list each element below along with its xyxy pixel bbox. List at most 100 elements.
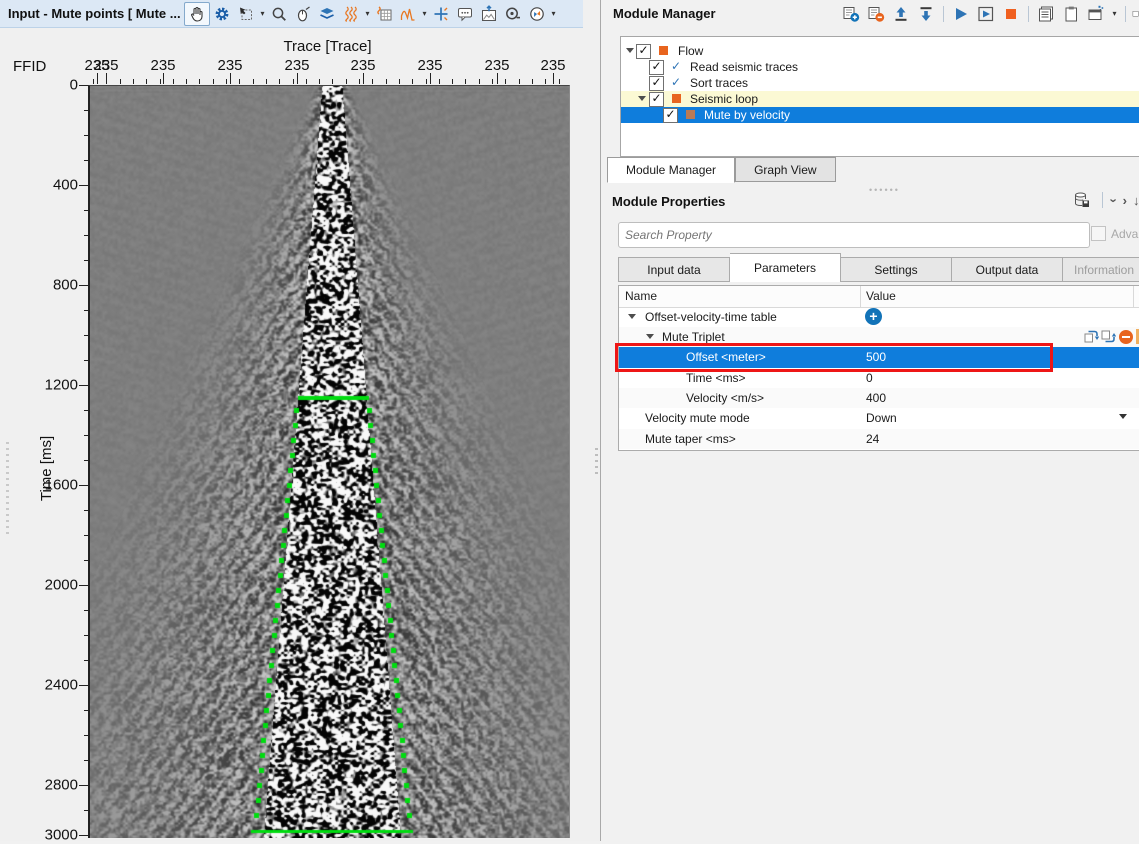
param-value[interactable]: 0 <box>866 371 873 385</box>
flow-tree: ✓ Flow ✓ ✓ Read seismic traces ✓ ✓ Sort … <box>620 36 1139 157</box>
wiggle-display-icon[interactable] <box>339 3 363 25</box>
collapse-icon[interactable] <box>638 96 646 101</box>
seismic-image[interactable] <box>88 85 570 838</box>
collapse-icon[interactable] <box>626 48 634 53</box>
y-tick-label: 0 <box>69 76 78 94</box>
tab-module-manager[interactable]: Module Manager <box>607 157 736 183</box>
add-row-icon[interactable]: + <box>865 308 882 325</box>
chevron-down-icon[interactable]: › <box>1107 198 1122 202</box>
module-properties-toolbar: › › ↓ <box>1071 190 1138 210</box>
delete-row-icon[interactable] <box>1118 329 1134 345</box>
tree-item-sort-traces[interactable]: ✓ ✓ Sort traces <box>621 75 1139 91</box>
tab-settings[interactable]: Settings <box>841 257 952 282</box>
panel-splitter-handle[interactable] <box>595 448 598 478</box>
sort-traces-checkbox[interactable]: ✓ <box>649 76 664 91</box>
settings-gear-icon[interactable] <box>210 3 234 25</box>
crosshair-icon[interactable] <box>429 3 453 25</box>
collapse-icon[interactable] <box>646 334 654 339</box>
tab-graph-view[interactable]: Graph View <box>735 157 836 182</box>
stop-icon[interactable] <box>1000 4 1022 24</box>
remove-module-icon[interactable] <box>865 4 887 24</box>
tree-item-flow[interactable]: ✓ Flow <box>621 43 1139 59</box>
insert-row-above-icon[interactable] <box>1084 329 1099 344</box>
axis-tick <box>226 79 227 84</box>
tab-output-data[interactable]: Output data <box>952 257 1063 282</box>
measure-icon[interactable] <box>501 3 525 25</box>
param-value[interactable]: 24 <box>866 432 879 446</box>
y-tick-label: 1200 <box>44 376 78 394</box>
seismic-loop-checkbox[interactable]: ✓ <box>649 92 664 107</box>
row-velocity-mute-mode[interactable]: Velocity mute mode Down <box>619 408 1139 429</box>
clipped-toolbar-icon[interactable] <box>1132 4 1139 24</box>
mute-by-velocity-checkbox[interactable]: ✓ <box>663 108 678 123</box>
param-value[interactable]: 400 <box>866 391 886 405</box>
axis-tick <box>465 79 466 84</box>
axis-tick <box>505 79 506 84</box>
comment-icon[interactable] <box>453 3 477 25</box>
y-tick-label: 2000 <box>44 576 78 594</box>
tree-item-mute-by-velocity[interactable]: ✓ Mute by velocity <box>621 107 1139 123</box>
dropdown-caret-icon[interactable] <box>1119 414 1127 419</box>
advanced-checkbox-group: Advanced <box>1091 226 1139 241</box>
tree-item-read-seismic-traces[interactable]: ✓ ✓ Read seismic traces <box>621 59 1139 75</box>
parameter-tabs: Input data Parameters Settings Output da… <box>618 253 1139 282</box>
axis-tick <box>97 73 98 84</box>
log-icon[interactable] <box>1035 4 1057 24</box>
insert-row-below-icon[interactable] <box>1101 329 1116 344</box>
compass-dropdown-icon[interactable]: ▾ <box>549 9 558 18</box>
paste-icon[interactable] <box>1060 4 1082 24</box>
layers-icon[interactable] <box>315 3 339 25</box>
row-offset-meter[interactable]: Offset <meter> 500 <box>619 347 1139 368</box>
mouse-tool-icon[interactable] <box>291 3 315 25</box>
axis-tick <box>479 79 480 84</box>
collapse-icon[interactable] <box>628 314 636 319</box>
row-offset-velocity-time-table[interactable]: Offset-velocity-time table + <box>619 307 1139 327</box>
row-mute-triplet[interactable]: Mute Triplet <box>619 327 1139 347</box>
axis-tick <box>93 79 94 84</box>
move-up-icon[interactable] <box>890 4 912 24</box>
new-window-dropdown-icon[interactable]: ▾ <box>1110 9 1119 18</box>
tab-parameters[interactable]: Parameters <box>730 253 841 282</box>
x-tick-label: 235 <box>93 57 119 74</box>
axis-tick <box>497 73 498 84</box>
save-table-icon[interactable] <box>1071 190 1093 210</box>
flow-checkbox[interactable]: ✓ <box>636 44 651 59</box>
left-edge-splitter-handle[interactable] <box>6 442 9 536</box>
move-down-icon[interactable] <box>915 4 937 24</box>
tab-input-data[interactable]: Input data <box>618 257 730 282</box>
pan-hand-icon[interactable] <box>184 1 210 26</box>
row-time-ms[interactable]: Time <ms> 0 <box>619 368 1139 388</box>
select-mode-icon[interactable] <box>234 3 258 25</box>
param-value[interactable]: 500 <box>866 350 886 364</box>
y-axis-title: Time [ms] <box>38 435 56 502</box>
run-icon[interactable] <box>950 4 972 24</box>
x-tick-label: 235 <box>284 57 310 74</box>
row-velocity-ms[interactable]: Velocity <m/s> 400 <box>619 388 1139 408</box>
zoom-icon[interactable] <box>267 3 291 25</box>
select-mode-dropdown-icon[interactable]: ▾ <box>258 9 267 18</box>
row-mute-taper[interactable]: Mute taper <ms> 24 <box>619 429 1139 449</box>
param-value[interactable]: Down <box>866 411 897 425</box>
axis-tick <box>239 79 240 84</box>
module-manager-toolbar: ▾ <box>840 4 1139 24</box>
y-tick-label: 800 <box>52 276 78 294</box>
panel-splitter[interactable] <box>583 0 600 841</box>
histogram-icon[interactable] <box>396 3 420 25</box>
advanced-checkbox[interactable] <box>1091 226 1106 241</box>
export-image-icon[interactable] <box>477 3 501 25</box>
axis-tick <box>213 79 214 84</box>
new-window-icon[interactable] <box>1085 4 1107 24</box>
tree-item-seismic-loop[interactable]: ✓ Seismic loop <box>621 91 1139 107</box>
param-name: Velocity <m/s> <box>686 391 765 405</box>
wiggle-display-dropdown-icon[interactable]: ▾ <box>363 9 372 18</box>
read-traces-checkbox[interactable]: ✓ <box>649 60 664 75</box>
chevron-right-icon[interactable]: › <box>1123 193 1127 208</box>
run-frame-icon[interactable] <box>975 4 997 24</box>
horizontal-splitter-handle[interactable]: •••••• <box>869 185 900 195</box>
trace-table-icon[interactable] <box>372 3 396 25</box>
clipped-chevron-icon[interactable]: ↓ <box>1133 193 1138 208</box>
compass-icon[interactable] <box>525 3 549 25</box>
histogram-dropdown-icon[interactable]: ▾ <box>420 9 429 18</box>
search-property-input[interactable] <box>618 222 1090 248</box>
add-module-icon[interactable] <box>840 4 862 24</box>
